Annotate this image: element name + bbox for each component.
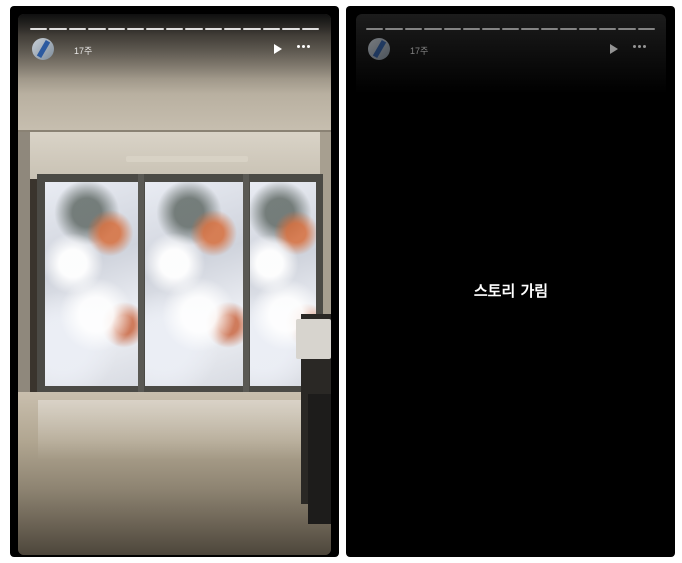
window-pane bbox=[45, 182, 138, 386]
play-icon[interactable] bbox=[274, 44, 282, 54]
avatar[interactable] bbox=[368, 38, 390, 60]
story-time: 17주 bbox=[410, 46, 429, 56]
story-time: 17주 bbox=[74, 46, 93, 56]
story-photo bbox=[18, 14, 331, 555]
more-icon[interactable] bbox=[297, 45, 310, 48]
play-icon[interactable] bbox=[610, 44, 618, 54]
snowy-window bbox=[37, 174, 323, 392]
trash-bin bbox=[308, 394, 331, 524]
story-viewer-hidden[interactable]: 17주 스토리 가림 bbox=[356, 14, 666, 555]
avatar[interactable] bbox=[32, 38, 54, 60]
story-progress-bar bbox=[366, 28, 656, 30]
story-hidden-label: 스토리 가림 bbox=[473, 282, 549, 300]
more-icon[interactable] bbox=[633, 45, 646, 48]
water-dispenser bbox=[296, 319, 331, 359]
story-progress-bar bbox=[30, 28, 320, 30]
window-pane bbox=[145, 182, 243, 386]
ceiling-light bbox=[126, 156, 248, 162]
story-panel-left: 17주 bbox=[10, 6, 339, 557]
story-panel-right: 17주 스토리 가림 bbox=[346, 6, 675, 557]
story-viewer[interactable]: 17주 bbox=[18, 14, 331, 555]
